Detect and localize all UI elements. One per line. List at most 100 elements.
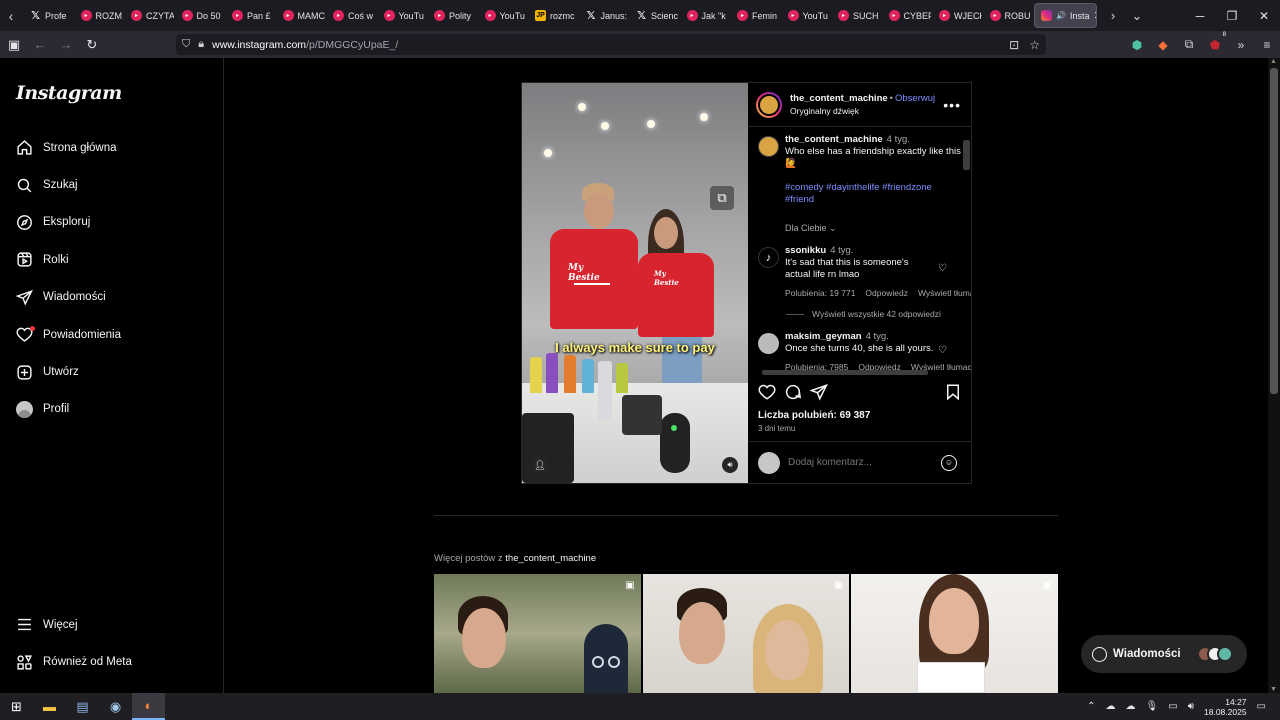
browser-tab[interactable]: ▸ WJECł: [931, 0, 982, 31]
onedrive-icon[interactable]: ☁: [1106, 701, 1116, 712]
ublock-extension-icon[interactable]: ⬟ 8: [1206, 32, 1226, 52]
close-window-icon[interactable]: ✕: [1248, 0, 1280, 31]
forward-icon[interactable]: →: [54, 31, 78, 58]
follow-button[interactable]: Obserwuj: [895, 93, 935, 104]
browser-tab[interactable]: ▸ MAMC: [275, 0, 325, 31]
sidebar-item-reels[interactable]: Rolki: [0, 241, 223, 278]
app-menu-icon[interactable]: ≡: [1258, 38, 1276, 52]
browser-tab[interactable]: ▸ YouTu: [477, 0, 528, 31]
instagram-logo[interactable]: Instagram: [16, 82, 122, 104]
browser-tab[interactable]: ▸ Femin: [729, 0, 780, 31]
sidebar-item-search[interactable]: Szukaj: [0, 166, 223, 203]
comment-bubble-icon[interactable]: [784, 383, 804, 403]
sidebar-item-heart[interactable]: Powiadomienia: [0, 316, 223, 353]
comment-input[interactable]: [788, 457, 928, 468]
browser-tab[interactable]: ▸ Pan £: [224, 0, 275, 31]
sidebar-toggle-icon[interactable]: ▣: [2, 31, 26, 58]
more-tools-icon[interactable]: »: [1232, 38, 1250, 52]
microphone-icon[interactable]: 🎙︎: [1146, 701, 1159, 712]
share-send-icon[interactable]: [809, 383, 830, 403]
comments-scrollbar[interactable]: [961, 128, 971, 368]
browser-tab[interactable]: ▸ SUCH: [830, 0, 881, 31]
browser-tab[interactable]: ▸ Do 50: [174, 0, 225, 31]
browser-tab[interactable]: ▸ CZYTA: [123, 0, 174, 31]
post-thumbnail[interactable]: ▣: [642, 574, 850, 693]
fox-extension-icon[interactable]: ◆: [1154, 38, 1172, 52]
audio-label[interactable]: Oryginalny dźwięk: [790, 106, 935, 116]
speaker-icon[interactable]: 🔊: [1056, 11, 1066, 20]
comment-like-icon[interactable]: ♡: [938, 263, 947, 274]
tab-scroll-left-icon[interactable]: ‹: [0, 0, 22, 31]
author-username[interactable]: the_content_machine: [790, 93, 888, 104]
speaker-icon[interactable]: 🔊︎: [1188, 701, 1194, 712]
sidebar-item-avatar[interactable]: Profil: [0, 391, 223, 428]
clock[interactable]: 14:27 18.08.2025: [1204, 697, 1247, 717]
comment-username[interactable]: maksim_geyman: [785, 331, 862, 342]
browser-tab[interactable]: ▸ ROBU: [982, 0, 1033, 31]
browser-tab[interactable]: 𝕏 Profe: [22, 0, 73, 31]
network-icon[interactable]: ▭: [1168, 701, 1177, 712]
like-heart-icon[interactable]: [758, 383, 778, 403]
tab-scroll-right-icon[interactable]: ›: [1101, 8, 1125, 23]
minimize-icon[interactable]: ─: [1184, 0, 1216, 31]
restore-icon[interactable]: ❐: [1216, 0, 1248, 31]
save-bookmark-icon[interactable]: [944, 383, 964, 403]
tab-list-chevron-icon[interactable]: ⌄: [1125, 8, 1149, 24]
post-thumbnail[interactable]: ▣: [851, 574, 1059, 693]
sidebar-item-compass[interactable]: Eksploruj: [0, 204, 223, 241]
app-window-icon[interactable]: ▤: [66, 693, 99, 720]
comment-avatar[interactable]: [758, 333, 779, 354]
sidebar-item-plus[interactable]: Utwórz: [0, 353, 223, 390]
likes-count[interactable]: Liczba polubień: 69 387: [758, 410, 870, 421]
caption-hashtags[interactable]: #comedy #dayinthelife #friendzone #frien…: [785, 182, 963, 206]
reader-view-icon[interactable]: ⊡: [1009, 38, 1019, 52]
browser-tab[interactable]: ▸ YouTu: [780, 0, 831, 31]
post-thumbnail[interactable]: ▣: [434, 574, 641, 693]
comment-avatar[interactable]: ♪: [758, 247, 779, 268]
tagged-user-icon[interactable]: 👤︎: [532, 457, 548, 473]
reload-icon[interactable]: ↻: [80, 31, 104, 58]
browser-tab[interactable]: ▸ Polity: [426, 0, 477, 31]
page-scrollbar[interactable]: ▲ ▼: [1268, 58, 1280, 693]
volume-icon[interactable]: 🔊︎: [722, 457, 738, 473]
back-icon[interactable]: ←: [28, 31, 52, 58]
browser-tab[interactable]: ▸ Coś w: [325, 0, 376, 31]
browser-tab[interactable]: JP rozmc: [527, 0, 578, 31]
comment-filter-dropdown[interactable]: Dla Ciebie ⌄: [785, 223, 837, 234]
windows-start-icon[interactable]: ⊞: [0, 693, 33, 720]
post-video[interactable]: My Bestie My Bestie I always make sure t…: [522, 83, 748, 483]
author-avatar[interactable]: [756, 91, 782, 118]
close-tab-icon[interactable]: ✕: [1093, 9, 1096, 22]
shield-icon[interactable]: ⛉: [182, 38, 190, 51]
comments-list[interactable]: the_content_machine 4 tyg. Who else has a…: [748, 128, 971, 376]
browser-tab[interactable]: 𝕏 Janus:: [578, 0, 629, 31]
steam-icon[interactable]: ◉: [99, 693, 132, 720]
sidebar-item-home[interactable]: Strona główna: [0, 129, 223, 166]
more-options-icon[interactable]: •••: [943, 97, 961, 113]
bookmark-star-icon[interactable]: ☆: [1029, 38, 1040, 52]
extensions-puzzle-icon[interactable]: ⧉: [1180, 37, 1198, 52]
picture-in-picture-icon[interactable]: ⧉: [710, 186, 734, 210]
tab-instagram-active[interactable]: 🔊 Insta ✕: [1034, 3, 1097, 28]
sidebar-item-send[interactable]: Wiadomości: [0, 279, 223, 316]
browser-tab[interactable]: ▸ Jak "k: [679, 0, 730, 31]
browser-tab[interactable]: ▸ CYBEF: [881, 0, 931, 31]
sidebar-item-meta[interactable]: Również od Meta: [0, 643, 223, 680]
notifications-icon[interactable]: ▭: [1257, 701, 1266, 712]
comment-like-icon[interactable]: ♡: [938, 345, 947, 356]
browser-tab[interactable]: 𝕏 Scienc: [628, 0, 679, 31]
sidebar-item-menu[interactable]: Więcej: [0, 606, 223, 643]
comment-likes[interactable]: Polubienia: 19 771: [785, 288, 855, 298]
url-text[interactable]: www.instagram.com/p/DMGGCyUpaE_/: [212, 39, 398, 51]
author-avatar[interactable]: [758, 136, 779, 157]
view-replies-button[interactable]: Wyświetl wszystkie 42 odpowiedzi: [786, 309, 941, 319]
file-explorer-icon[interactable]: ▬: [33, 693, 66, 720]
tray-overflow-icon[interactable]: ⌃: [1087, 701, 1095, 712]
messages-pill[interactable]: Wiadomości: [1081, 635, 1247, 673]
url-bar[interactable]: ⛉ 🔒︎ www.instagram.com/p/DMGGCyUpaE_/ ⊡ …: [176, 34, 1046, 55]
comments-horizontal-scrollbar[interactable]: [752, 369, 960, 376]
browser-tab[interactable]: ▸ YouTu: [376, 0, 427, 31]
browser-tab[interactable]: ▸ ROZM: [73, 0, 124, 31]
caption-username[interactable]: the_content_machine: [785, 134, 883, 145]
cloud-icon[interactable]: ☁: [1126, 701, 1136, 712]
